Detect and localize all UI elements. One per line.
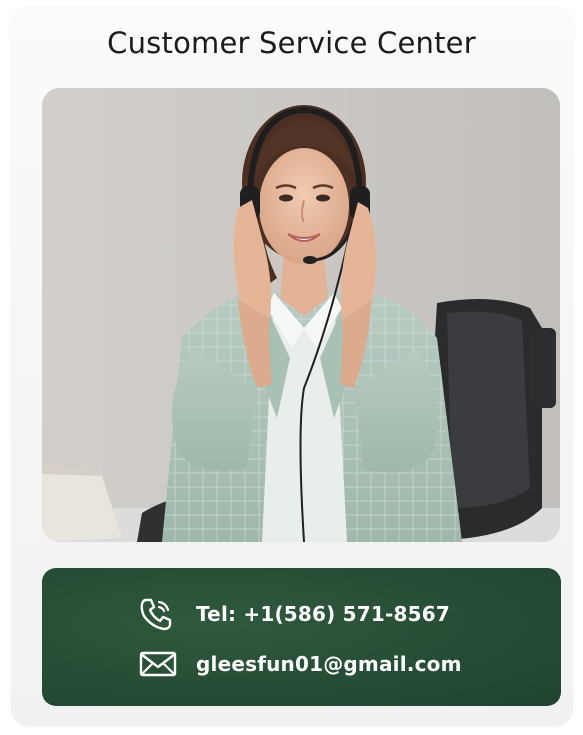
envelope-icon <box>138 646 178 682</box>
contact-panel: Tel: +1(586) 571-8567 gleesfun01@gmail.c… <box>42 568 561 706</box>
email-row[interactable]: gleesfun01@gmail.com <box>138 646 462 682</box>
customer-service-photo <box>42 88 560 542</box>
page-title: Customer Service Center <box>107 26 476 60</box>
phone-number: Tel: +1(586) 571-8567 <box>196 602 450 626</box>
phone-row[interactable]: Tel: +1(586) 571-8567 <box>138 596 450 632</box>
email-address: gleesfun01@gmail.com <box>196 652 462 676</box>
phone-icon <box>138 596 178 632</box>
